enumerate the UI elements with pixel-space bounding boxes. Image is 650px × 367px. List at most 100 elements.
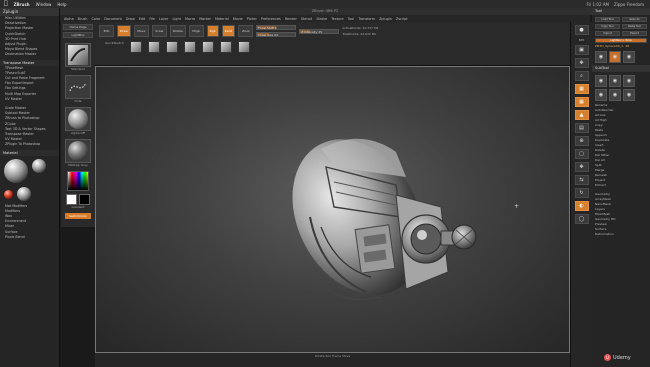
plugin-menu-item[interactable]: Decimation Master [0,52,59,57]
scale-view-button[interactable]: ⇆ [574,175,589,185]
menu-item[interactable]: Macro [185,17,195,21]
mac-app-name[interactable]: ZBrush [14,2,30,7]
menu-item[interactable]: Preferences [261,17,281,21]
zoom-button[interactable]: ⌕ [574,71,589,81]
menu-item[interactable]: Draw [126,17,135,21]
switch-color-button[interactable]: SwitchColor [65,213,91,219]
right-tray-title[interactable]: Tool [592,8,650,15]
brush-tile[interactable] [129,41,142,53]
menu-item[interactable]: Marker [199,17,211,21]
stroke-selector[interactable] [65,75,91,99]
subtool-thumbnail[interactable]: ◉ [595,89,607,101]
copy-tool-button[interactable]: Copy Tool [595,24,620,29]
menu-item[interactable]: Picker [247,17,257,21]
draw-size-slider[interactable]: Draw Size 64 [256,32,297,37]
apple-icon[interactable]:  [4,1,8,7]
brush-tile[interactable] [147,41,160,53]
subtool-thumbnail[interactable]: ◉ [609,75,621,87]
material-ball[interactable] [32,158,46,173]
import-button[interactable]: Import [595,31,620,36]
export-button[interactable]: Export [622,31,647,36]
scroll-button[interactable]: ✥ [574,58,589,68]
left-tray-title[interactable]: Zplugin [0,8,59,16]
move-view-button[interactable]: ✥ [574,162,589,172]
mac-menu-help[interactable]: Help [57,2,66,7]
bpr-button[interactable]: ● [574,25,589,35]
frame-button[interactable]: ▢ [574,149,589,159]
brush-tile[interactable] [237,41,250,53]
menu-item[interactable]: Transform [358,17,375,21]
z-intensity-slider[interactable]: Z Intensity 25 [299,28,340,34]
material-ball-red[interactable] [4,189,13,199]
mac-menu-window[interactable]: Window [36,2,52,7]
transp-button[interactable]: ◐ [574,201,589,211]
focal-shift-slider[interactable]: Focal Shift 0 [256,25,297,30]
brush-selector[interactable] [65,43,91,67]
plugin-menu-item[interactable]: ZPlugin To Photoshop [0,142,59,147]
aahalf-button[interactable]: ▦ [574,97,589,107]
tool-thumbnail[interactable]: ◉ [595,51,607,63]
subtool-thumbnail[interactable]: ◉ [623,89,635,101]
material-selector[interactable] [65,139,91,163]
menu-item[interactable]: Tool [348,17,355,21]
material-ball[interactable] [17,186,31,201]
user-name[interactable]: Zippo Freedom [614,2,644,7]
lightbox-tools-button[interactable]: Lightbox > Tools [595,38,647,43]
menu-item[interactable]: Document [104,17,122,21]
menu-item[interactable]: Movie [233,17,243,21]
persp-button[interactable]: ▲ [574,110,589,120]
floor-button[interactable]: ▤ [574,123,589,133]
brush-tile[interactable] [201,41,214,53]
menu-item[interactable]: Light [172,17,180,21]
menu-item[interactable]: File [149,17,155,21]
rgb-button[interactable]: Rgb [206,25,219,37]
zsub-button[interactable]: Zsub [238,25,254,37]
subtool-thumbnail[interactable]: ◉ [595,75,607,87]
menu-item[interactable]: Alpha [64,17,74,21]
menu-item[interactable]: Color [91,17,100,21]
zadd-button[interactable]: Zadd [221,25,236,37]
home-page-button[interactable]: Home Page [63,24,93,30]
draw-button[interactable]: Draw [117,25,131,37]
mrgb-button[interactable]: Mrgb [188,25,204,37]
tool-subpalette[interactable]: Deformation [592,232,650,237]
brush-tile[interactable] [183,41,196,53]
tool-thumbnail[interactable]: ◉ [623,51,635,63]
scale-button[interactable]: Scale [151,25,167,37]
canvas-viewport[interactable]: + [95,66,570,353]
subtool-thumbnail[interactable]: ◉ [623,75,635,87]
menu-item[interactable]: Brush [78,17,88,21]
menu-item[interactable]: Edit [139,17,146,21]
solo-button[interactable]: ◯ [574,214,589,224]
local-button[interactable]: ⊕ [574,136,589,146]
menu-item[interactable]: Zplugin [379,17,392,21]
secondary-color-swatch[interactable] [79,194,90,205]
quick-sketch-label[interactable]: QuickSketch [105,41,124,53]
rotate-button[interactable]: Rotate [169,25,186,37]
brush-tile[interactable] [165,41,178,53]
actual-button[interactable]: ▦ [574,84,589,94]
menu-item[interactable]: Stencil [301,17,312,21]
main-color-swatch[interactable] [66,194,77,205]
spix-button[interactable]: ▣ [574,45,589,55]
save-as-button[interactable]: Save As [622,17,647,22]
tool-thumbnail[interactable]: ◉ [609,51,621,63]
material-ball[interactable] [4,158,28,183]
move-button[interactable]: Move [133,25,149,37]
menu-item[interactable]: Layer [159,17,168,21]
menu-item[interactable]: Zscript [396,17,408,21]
alpha-selector[interactable] [65,107,91,131]
load-tool-button[interactable]: Load Tool [595,17,620,22]
paste-tool-button[interactable]: Paste Tool [622,24,647,29]
menu-item[interactable]: Render [285,17,297,21]
brush-tile[interactable] [219,41,232,53]
lightbox-button[interactable]: LightBox [63,32,93,38]
subtool-header[interactable]: SubTool [592,65,650,72]
menu-item[interactable]: Material [215,17,229,21]
edit-button[interactable]: Edit [99,25,114,37]
subtool-thumbnail[interactable]: ◉ [609,89,621,101]
color-picker[interactable] [67,171,89,191]
menu-item[interactable]: Stroke [316,17,327,21]
menu-item[interactable]: Texture [331,17,343,21]
rotate-view-button[interactable]: ↻ [574,188,589,198]
